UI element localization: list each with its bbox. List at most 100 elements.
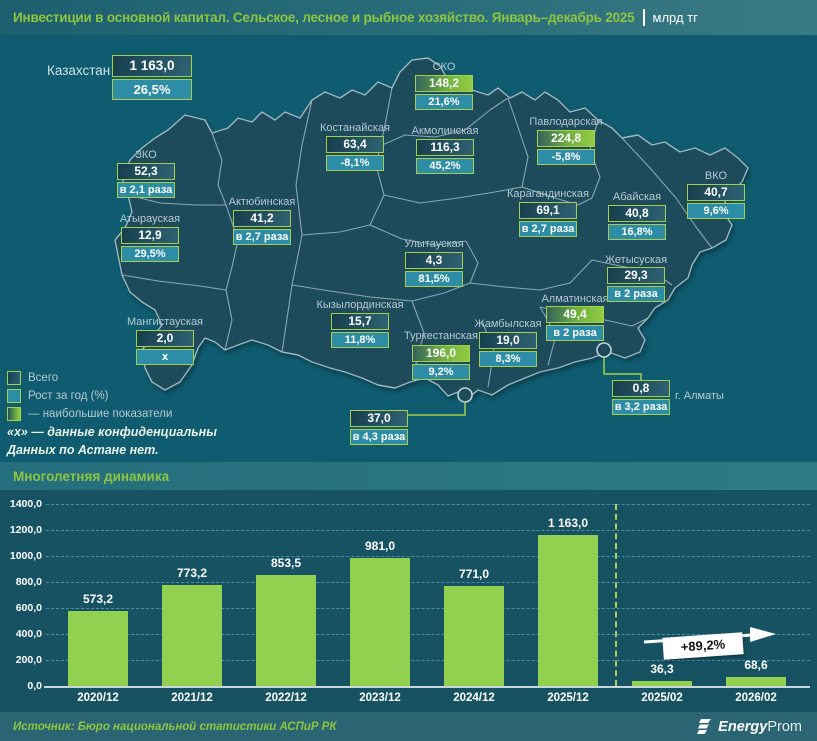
- bar-value-label: 1 163,0: [523, 516, 613, 530]
- region-value: 19,0: [479, 332, 537, 349]
- x-axis-tick: 2020/12: [51, 692, 145, 704]
- region-growth: в 2,7 раза: [519, 221, 577, 237]
- x-axis-tick: 2023/12: [333, 692, 427, 704]
- bar-value-label: 36,3: [617, 662, 707, 676]
- gridline: [46, 504, 810, 505]
- bar-2025-02: [632, 681, 692, 686]
- y-axis-tick: 200,0: [0, 654, 42, 666]
- region-value: 41,2: [233, 210, 291, 227]
- legend-swatch-growth: [7, 389, 21, 403]
- bar-value-label: 68,6: [711, 658, 801, 672]
- region-value: 69,1: [519, 202, 577, 219]
- region-value: 196,0: [412, 345, 470, 362]
- gridline: [46, 582, 810, 583]
- bar-value-label: 771,0: [429, 567, 519, 581]
- shymkent-city-marker: [458, 388, 472, 402]
- page-title: Инвестиции в основной капитал. Сельское,…: [13, 10, 635, 25]
- region-value: 15,7: [331, 313, 389, 330]
- region-boxes: 116,3 45,2%: [416, 139, 474, 174]
- bar-2026-02: [726, 677, 786, 686]
- region-growth: в 2,7 раза: [233, 229, 291, 245]
- infographic-root: Инвестиции в основной капитал. Сельское,…: [0, 0, 817, 741]
- region-boxes: 52,3в 2,1 раза: [117, 163, 175, 198]
- region-boxes: 12,9 29,5%: [121, 227, 179, 262]
- region-boxes: 2,0 x: [136, 330, 194, 365]
- bar-value-label: 853,5: [241, 556, 331, 570]
- x-axis-tick: 2025/02: [615, 692, 709, 704]
- x-axis-tick: 2022/12: [239, 692, 333, 704]
- region-growth: 16,8%: [608, 224, 666, 240]
- x-axis-tick: 2026/02: [709, 692, 803, 704]
- map-notes: «х» — данные конфиденциальны Данных по А…: [7, 423, 217, 459]
- legend-swatch-total: [7, 371, 21, 385]
- source-text: Источник: Бюро национальной статистики А…: [13, 721, 336, 733]
- map-legend: Всего Рост за год (%) — наибольшие показат…: [7, 369, 172, 423]
- region-value: 2,0: [136, 330, 194, 347]
- region-growth: 81,5%: [405, 271, 463, 287]
- region-boxes: 40,79,6%: [687, 184, 745, 219]
- region-boxes: 29,3в 2 раза: [607, 267, 665, 302]
- region-growth: 9,2%: [412, 364, 470, 380]
- region-label: Улытауская: [349, 238, 519, 250]
- region-label: Актюбинская: [177, 196, 347, 208]
- region-growth: -8,1%: [326, 155, 384, 171]
- bar-2025-12: [538, 535, 598, 686]
- chart-section-title: Многолетняя динамика: [13, 469, 169, 484]
- region-value: 4,3: [405, 252, 463, 269]
- shymkent-connector: [406, 402, 465, 415]
- map-section: Казахстан 1 163,0 26,5% ЗКО52,3в 2,1 раз…: [0, 35, 817, 462]
- note-astana: Данных по Астане нет.: [7, 441, 217, 459]
- region-label: Мангистауская: [80, 316, 250, 328]
- region-boxes: 19,0 8,3%: [479, 332, 537, 367]
- y-axis-tick: 0,0: [0, 680, 42, 692]
- region-label: г. Алматы: [675, 390, 724, 402]
- almaty-city-marker: [597, 343, 611, 357]
- region-value: 148,2: [415, 75, 473, 92]
- region-boxes: 49,4в 2 раза: [546, 306, 604, 341]
- region-growth: 21,6%: [415, 94, 473, 110]
- bar-value-label: 773,2: [147, 566, 237, 580]
- region-label: Кызылординская: [275, 299, 445, 311]
- region-growth: 45,2%: [416, 158, 474, 174]
- growth-annotation: +89,2%: [662, 632, 743, 660]
- region-value: 12,9: [121, 227, 179, 244]
- almaty-connector: [604, 357, 641, 380]
- title-separator: [643, 9, 645, 26]
- region-label: Павлодарская: [481, 116, 651, 128]
- region-growth: 8,3%: [479, 351, 537, 367]
- region-value: 224,8: [537, 130, 595, 147]
- bar-2020-12: [68, 611, 128, 686]
- region-label: СКО: [359, 61, 529, 73]
- country-label: Казахстан: [47, 63, 110, 78]
- legend-row-growth: Рост за год (%): [7, 387, 172, 404]
- legend-label: Рост за год (%): [28, 390, 109, 402]
- energyprom-logo: EnergyProm: [696, 718, 802, 735]
- region-boxes: 224,8-5,8%: [537, 130, 595, 165]
- legend-row-total: Всего: [7, 369, 172, 386]
- region-growth: 29,5%: [121, 246, 179, 262]
- gridline: [46, 556, 810, 557]
- y-axis-tick: 800,0: [0, 576, 42, 588]
- region-boxes: 196,0 9,2%: [412, 345, 470, 380]
- region-value: 52,3: [117, 163, 175, 180]
- y-axis-tick: 1400,0: [0, 498, 42, 510]
- region-label: Жетысуская: [551, 254, 721, 266]
- bar-2021-12: [162, 585, 222, 686]
- country-growth: 26,5%: [112, 79, 192, 100]
- region-growth: x: [136, 349, 194, 365]
- x-axis-line: [44, 686, 810, 688]
- legend-row-highlight: — наибольшие показатели: [7, 405, 172, 422]
- region-value: 116,3: [416, 139, 474, 156]
- region-boxes: 37,0в 4,3 раза: [350, 410, 408, 445]
- region-label: ЗКО: [61, 149, 231, 161]
- region-boxes: 41,2 в 2,7 раза: [233, 210, 291, 245]
- unit-label: млрд тг: [653, 10, 698, 25]
- region-boxes: 4,3 81,5%: [405, 252, 463, 287]
- x-axis-tick: 2024/12: [427, 692, 521, 704]
- region-value: 0,8: [612, 380, 670, 397]
- region-boxes: 69,1 в 2,7 раза: [519, 202, 577, 237]
- region-label: ВКО: [631, 170, 801, 182]
- region-value: 37,0: [350, 410, 408, 427]
- brand-energy: Energy: [718, 719, 767, 735]
- region-value: 29,3: [607, 267, 665, 284]
